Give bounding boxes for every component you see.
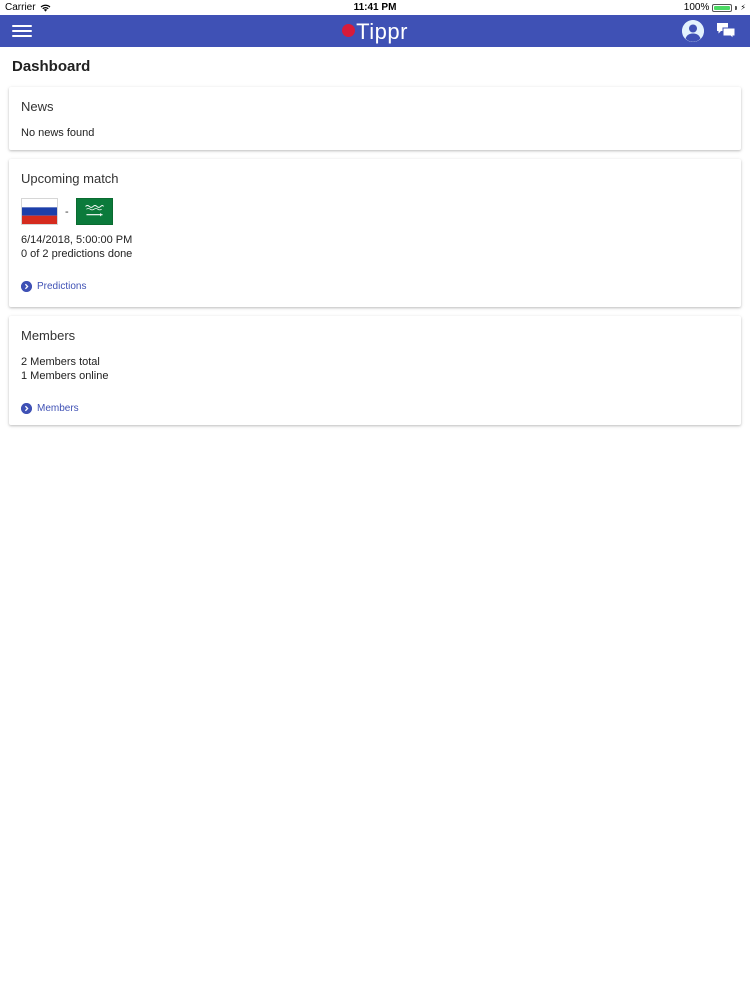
match-separator: - [65,205,69,218]
charging-bolt-icon: ⚡ [740,3,746,12]
predictions-link[interactable]: Predictions [21,281,729,292]
members-link[interactable]: Members [21,403,729,414]
page-title: Dashboard [12,58,91,75]
predictions-link-label: Predictions [37,281,87,292]
match-teams: - [21,198,729,225]
members-card-title: Members [21,328,76,343]
chat-button[interactable] [716,22,736,40]
members-card: Members 2 Members total 1 Members online… [9,316,741,425]
members-link-label: Members [37,403,79,414]
account-icon [682,20,704,42]
upcoming-match-card: Upcoming match - 6/14/2018, 5:00:00 PM 0… [9,159,741,307]
members-online: 1 Members online [21,370,109,382]
logo-ball-icon [342,23,356,37]
russia-flag-icon [21,198,58,225]
news-message: No news found [21,127,95,139]
battery-fill [714,5,731,10]
news-card: News No news found [9,87,741,150]
news-card-title: News [21,99,54,114]
battery-percent: 100% [683,2,710,13]
status-bar: Carrier 11:41 PM 100% ⚡ [0,0,750,15]
upcoming-match-title: Upcoming match [21,171,119,186]
chat-icon [717,23,736,40]
match-predictions-status: 0 of 2 predictions done [21,248,133,260]
logo-text: Tippr [356,19,408,45]
saudi-arabia-flag-icon [75,198,113,225]
status-time: 11:41 PM [353,2,397,13]
chevron-right-circle-icon [21,281,32,292]
chevron-right-circle-icon [21,403,32,414]
account-button[interactable] [682,20,704,42]
app-bar: Tippr [0,15,750,47]
app-logo: Tippr [0,15,750,47]
battery-icon [712,3,733,12]
battery-tip [735,5,738,10]
match-datetime: 6/14/2018, 5:00:00 PM [21,234,133,246]
status-right: 100% ⚡ [684,0,746,15]
members-total: 2 Members total [21,356,100,368]
